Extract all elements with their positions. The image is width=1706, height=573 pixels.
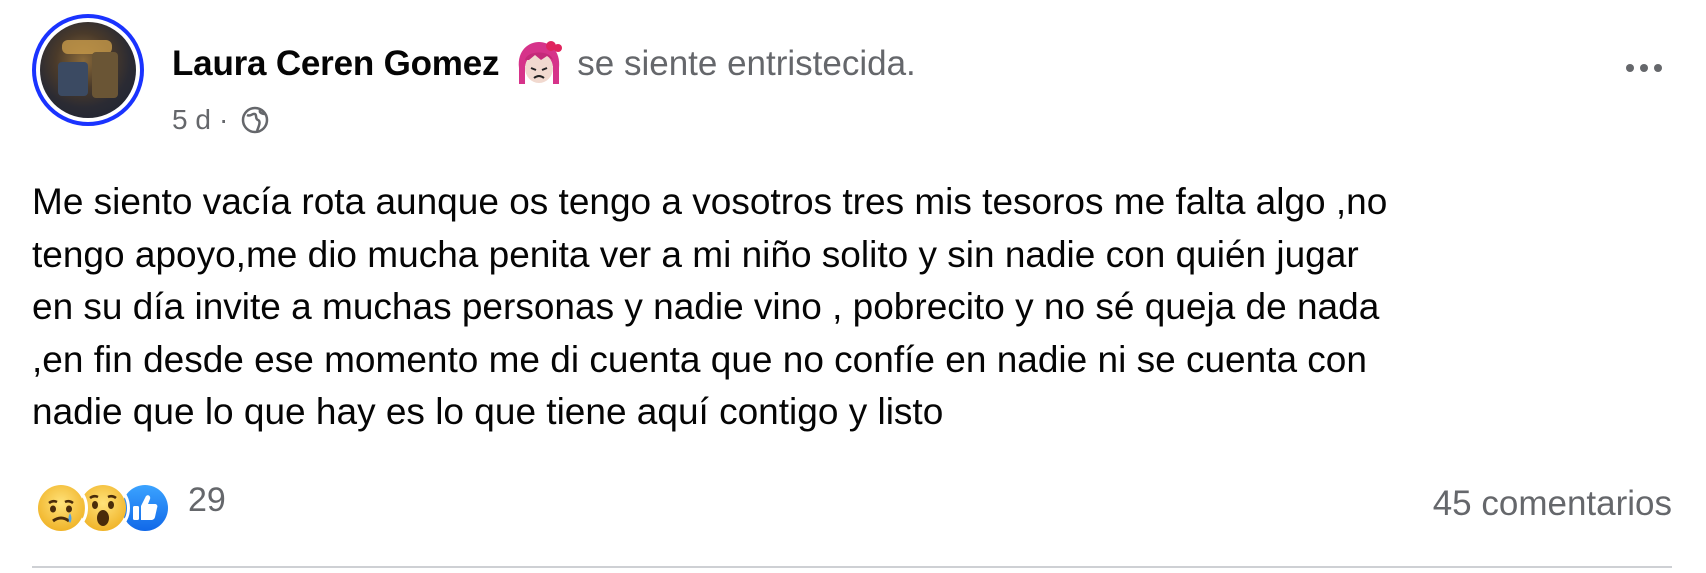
post-text: Me siento vacía rota aunque os tengo a v… bbox=[32, 176, 1672, 439]
reactions-count[interactable]: 29 bbox=[188, 481, 226, 520]
author-name[interactable]: Laura Ceren Gomez bbox=[172, 44, 499, 84]
footer-divider bbox=[32, 566, 1672, 568]
reactions-summary[interactable]: 29 bbox=[34, 480, 226, 536]
post-text-line: en su día invite a muchas personas y nad… bbox=[32, 286, 1380, 327]
post-meta: 5 d · bbox=[172, 100, 270, 140]
sad-reaction-icon bbox=[34, 481, 88, 535]
post-text-line: ,en fin desde ese momento me di cuenta q… bbox=[32, 338, 1367, 380]
post-text-line: nadie que lo que hay es lo que tiene aqu… bbox=[32, 391, 944, 432]
avatar-photo bbox=[40, 22, 136, 118]
author-avatar[interactable] bbox=[32, 14, 144, 126]
comments-count-link[interactable]: 45 comentarios bbox=[1433, 484, 1672, 524]
sad-face-sticker-icon bbox=[513, 38, 565, 90]
post-text-line: Me siento vacía rota aunque os tengo a v… bbox=[32, 181, 1388, 222]
feeling-text[interactable]: se siente entristecida. bbox=[577, 44, 916, 84]
meta-separator: · bbox=[218, 104, 229, 135]
more-options-dot bbox=[1640, 64, 1648, 72]
globe-icon[interactable] bbox=[240, 105, 270, 135]
more-options-dot bbox=[1654, 64, 1662, 72]
post-text-line: tengo apoyo,me dio mucha penita ver a mi… bbox=[32, 233, 1359, 275]
more-options-icon bbox=[1626, 64, 1634, 72]
more-options-button[interactable] bbox=[1612, 46, 1676, 90]
post-timestamp[interactable]: 5 d bbox=[172, 104, 211, 136]
facebook-post: Laura Ceren Gomez se siente entristecida… bbox=[0, 0, 1706, 573]
post-header: Laura Ceren Gomez se siente entristecida… bbox=[172, 38, 916, 90]
